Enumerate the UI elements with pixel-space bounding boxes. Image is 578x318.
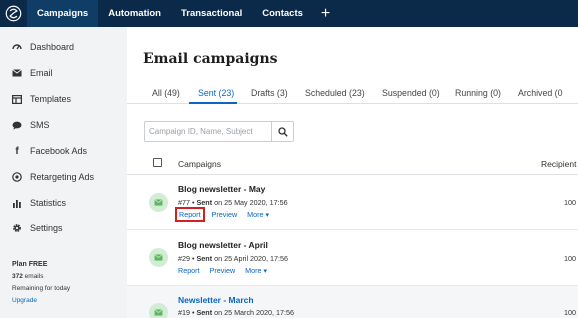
page-title: Email campaigns [143,51,278,67]
more-dropdown[interactable]: More ▾ [245,266,267,275]
top-nav: Campaigns Automation Transactional Conta… [0,0,578,27]
nav-tab-campaigns[interactable]: Campaigns [27,0,99,27]
tab-suspended[interactable]: Suspended (0) [382,88,440,98]
report-link[interactable]: Report [175,207,205,222]
plan-email-count: 372 [12,273,23,280]
plan-emails: 372 emails [12,273,43,280]
preview-link[interactable]: Preview [210,266,236,275]
campaign-sent-date: on 25 April 2020, 17:56 [212,254,289,263]
campaign-id: #19 [178,308,190,317]
search-input[interactable] [145,122,271,141]
active-tab-indicator [189,102,237,104]
campaign-sent-date: on 25 May 2020, 17:56 [212,198,288,207]
sidebar-item-facebook-ads[interactable]: f Facebook Ads [12,144,87,158]
sidebar-item-sms[interactable]: SMS [12,118,50,132]
statistics-icon [12,198,22,208]
caret-down-icon: ▾ [263,266,268,275]
add-icon[interactable]: + [313,0,338,27]
campaign-name[interactable]: Blog newsletter - May [178,184,265,194]
campaign-name[interactable]: Blog newsletter - April [178,240,268,250]
table-row[interactable]: Blog newsletter - April #29 • Sent on 25… [127,230,578,286]
tab-drafts[interactable]: Drafts (3) [251,88,288,98]
column-header-recipients[interactable]: Recipient [541,159,576,169]
recipient-count: 100 [564,198,576,207]
recipient-count: 100 [564,254,576,263]
settings-icon [12,223,22,233]
campaign-status: Sent [196,198,213,207]
sidebar-item-label: Email [30,68,53,78]
plan-title: Plan FREE [12,261,48,268]
sent-status-icon [149,248,168,267]
nav-tab-transactional[interactable]: Transactional [171,0,252,27]
more-label: More [247,210,264,219]
more-dropdown[interactable]: More ▾ [247,210,269,219]
sidebar-item-settings[interactable]: Settings [12,221,63,235]
campaign-meta: #19 • Sent on 25 March 2020, 17:56 [178,308,294,317]
sidebar-item-label: Facebook Ads [30,146,88,156]
sidebar-item-label: Settings [30,223,63,233]
campaign-sent-date: on 25 March 2020, 17:56 [212,308,295,317]
table-row[interactable]: Newsletter - March #19 • Sent on 25 Marc… [127,286,578,318]
row-actions: Report Preview More ▾ [175,207,269,222]
plan-emails-word: emails [22,273,44,280]
sidebar-item-statistics[interactable]: Statistics [12,196,66,210]
sidebar-item-dashboard[interactable]: Dashboard [12,40,74,54]
nav-tab-contacts[interactable]: Contacts [252,0,313,27]
campaign-id: #77 [178,198,190,207]
campaign-search [144,121,294,142]
more-label: More [245,266,262,275]
table-header: Campaigns Recipient [127,153,578,175]
sidebar-item-label: SMS [30,120,50,130]
nav-tab-automation[interactable]: Automation [98,0,171,27]
sidebar: Dashboard Email Templates SMS f Facebook… [0,27,127,318]
tab-scheduled[interactable]: Scheduled (23) [305,88,365,98]
tab-sent[interactable]: Sent (23) [198,88,234,98]
campaign-meta: #77 • Sent on 25 May 2020, 17:56 [178,198,288,207]
select-all-checkbox[interactable] [153,158,162,167]
templates-icon [12,94,22,104]
email-icon [12,68,22,78]
tab-running[interactable]: Running (0) [455,88,501,98]
sidebar-item-label: Statistics [30,198,67,208]
report-link[interactable]: Report [178,266,200,275]
campaign-status-tabs: All (49) Sent (23) Drafts (3) Scheduled … [127,83,578,104]
table-row[interactable]: Blog newsletter - May #77 • Sent on 25 M… [127,175,578,230]
dashboard-icon [12,42,22,52]
recipient-count: 100 [564,308,576,317]
sidebar-item-label: Dashboard [30,42,75,52]
sidebar-item-email[interactable]: Email [12,66,53,80]
campaign-status: Sent [196,308,213,317]
campaign-id: #29 [178,254,190,263]
campaign-name[interactable]: Newsletter - March [178,295,254,305]
sidebar-item-retargeting-ads[interactable]: Retargeting Ads [12,170,94,184]
search-button[interactable] [271,122,293,141]
sent-status-icon [149,303,168,318]
sidebar-item-label: Retargeting Ads [30,172,95,182]
tab-all[interactable]: All (49) [152,88,180,98]
upgrade-link[interactable]: Upgrade [12,297,37,304]
retargeting-icon [12,172,22,182]
column-header-campaigns[interactable]: Campaigns [178,159,221,169]
caret-down-icon: ▾ [265,210,270,219]
campaign-status: Sent [196,254,213,263]
search-icon [277,126,288,137]
sent-status-icon [149,193,168,212]
sidebar-item-label: Templates [30,94,72,104]
sms-icon [12,120,22,130]
facebook-icon: f [15,145,19,157]
sidebar-item-templates[interactable]: Templates [12,92,71,106]
main-content: Email campaigns All (49) Sent (23) Draft… [127,27,578,318]
tab-archived[interactable]: Archived (0 [518,88,563,98]
brand-logo-icon[interactable] [0,0,27,27]
plan-remaining: Remaining for today [12,285,71,292]
campaign-meta: #29 • Sent on 25 April 2020, 17:56 [178,254,288,263]
preview-link[interactable]: Preview [212,210,238,219]
row-actions: Report Preview More ▾ [178,266,267,275]
